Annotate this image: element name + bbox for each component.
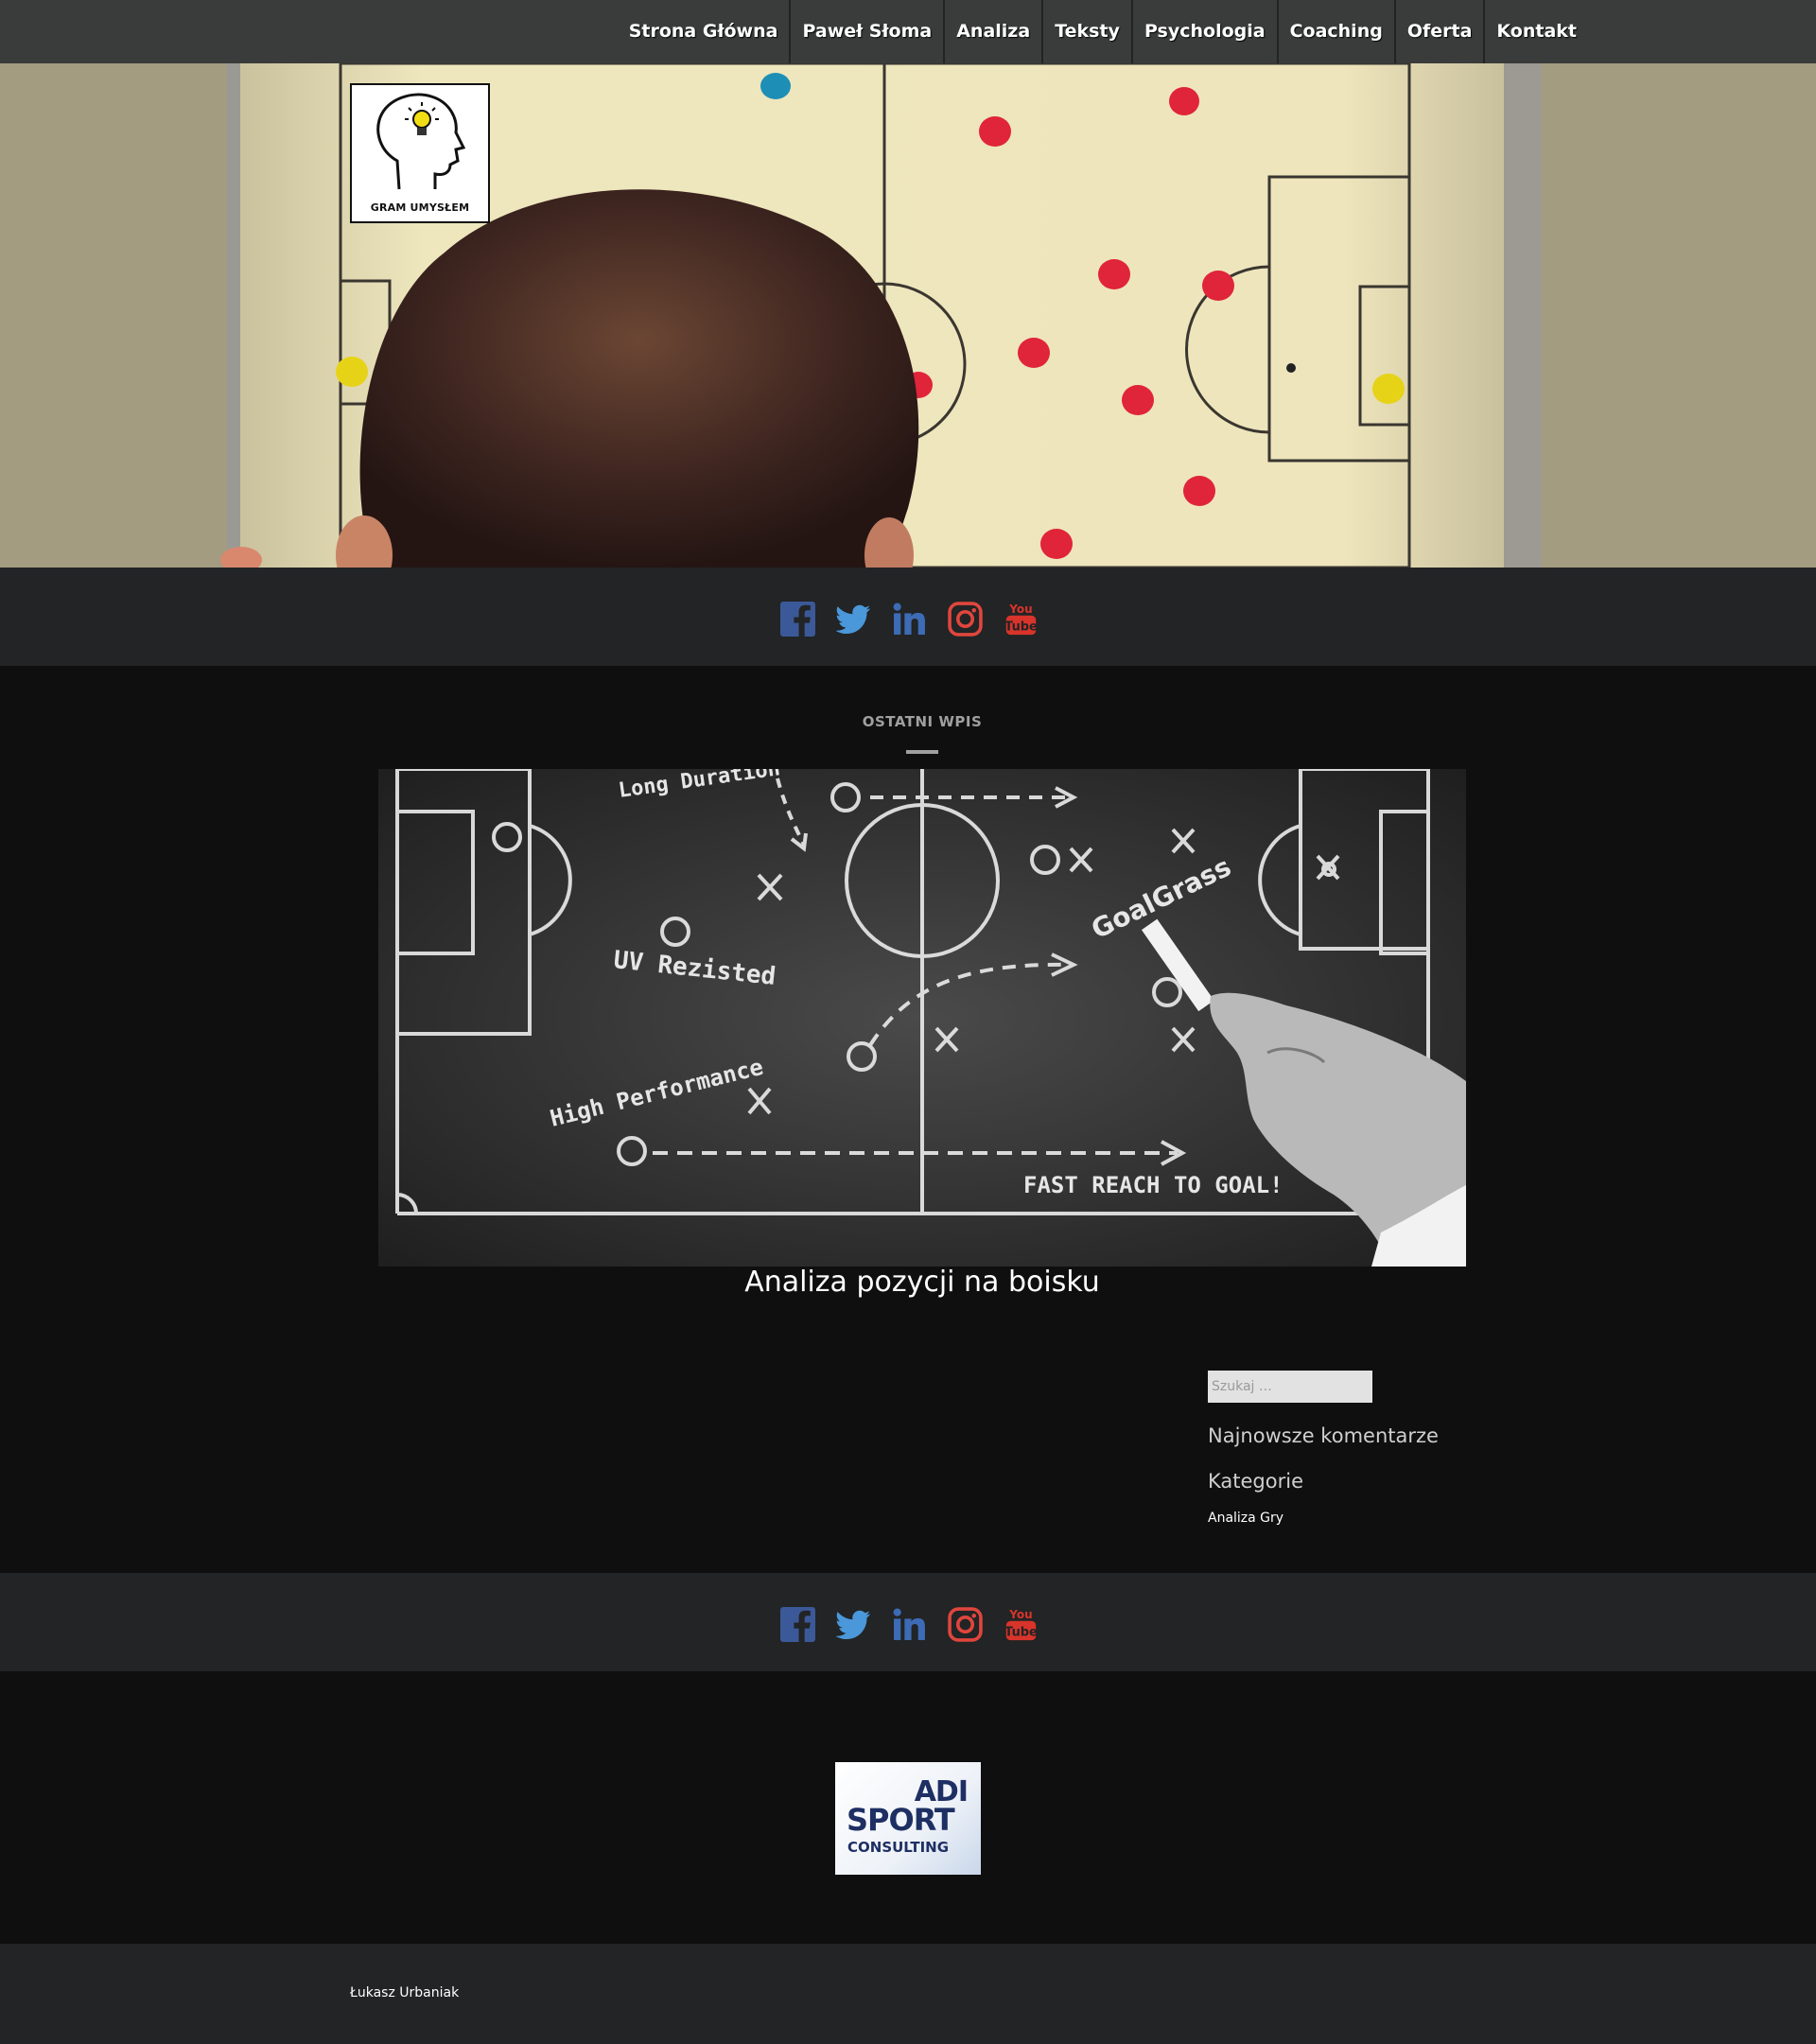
sponsor-line-2: SPORT bbox=[847, 1802, 955, 1838]
section-label: OSTATNI WPIS bbox=[862, 713, 983, 730]
chalkboard-tactics-image: Long Duration UV Rezisted High Performan… bbox=[378, 769, 1466, 1267]
instagram-icon[interactable] bbox=[948, 602, 983, 637]
social-bar-top: You Tube bbox=[0, 568, 1816, 666]
svg-text:Tube: Tube bbox=[1004, 620, 1038, 635]
svg-text:You: You bbox=[1008, 1608, 1032, 1621]
nav-item-coaching[interactable]: Coaching bbox=[1276, 0, 1394, 63]
youtube-icon[interactable]: You Tube bbox=[1004, 602, 1039, 637]
youtube-icon[interactable]: You Tube bbox=[1004, 1607, 1039, 1642]
social-bar-bottom: You Tube bbox=[0, 1573, 1816, 1671]
header-hero-image: GRAM UMYSŁEM bbox=[0, 63, 1816, 568]
svg-text:Tube: Tube bbox=[1004, 1626, 1038, 1640]
svg-text:You: You bbox=[1008, 603, 1032, 616]
recent-comments-title: Najnowsze komentarze bbox=[1208, 1424, 1439, 1447]
facebook-icon[interactable] bbox=[780, 1607, 815, 1642]
nav-item-pawel-sloma[interactable]: Paweł Słoma bbox=[789, 0, 943, 63]
tactics-board-photo bbox=[0, 63, 1816, 568]
nav-item-teksty[interactable]: Teksty bbox=[1041, 0, 1131, 63]
nav-item-strona-glowna[interactable]: Strona Główna bbox=[618, 0, 790, 63]
category-link-analiza-gry[interactable]: Analiza Gry bbox=[1208, 1511, 1283, 1526]
facebook-icon[interactable] bbox=[780, 602, 815, 637]
post-featured-image[interactable]: Long Duration UV Rezisted High Performan… bbox=[378, 769, 1466, 1267]
nav-item-analiza[interactable]: Analiza bbox=[943, 0, 1041, 63]
nav-item-psychologia[interactable]: Psychologia bbox=[1130, 0, 1277, 63]
footer-credit: Łukasz Urbaniak bbox=[350, 1985, 460, 2000]
logo-text: GRAM UMYSŁEM bbox=[370, 201, 470, 214]
nav-item-oferta[interactable]: Oferta bbox=[1393, 0, 1484, 63]
twitter-icon[interactable] bbox=[836, 602, 871, 637]
nav-item-kontakt[interactable]: Kontakt bbox=[1483, 0, 1588, 63]
instagram-icon[interactable] bbox=[948, 1607, 983, 1642]
head-bulb-icon bbox=[376, 93, 466, 190]
chalk-text-fast-reach: FAST REACH TO GOAL! bbox=[1023, 1172, 1283, 1198]
site-footer: Łukasz Urbaniak bbox=[0, 1944, 1816, 2044]
linkedin-icon[interactable] bbox=[892, 602, 927, 637]
categories-title: Kategorie bbox=[1208, 1470, 1303, 1493]
sponsor-line-3: CONSULTING bbox=[847, 1839, 950, 1856]
site-logo[interactable]: GRAM UMYSŁEM bbox=[350, 83, 490, 223]
top-navigation: Strona Główna Paweł Słoma Analiza Teksty… bbox=[0, 0, 1816, 63]
main-menu: Strona Główna Paweł Słoma Analiza Teksty… bbox=[618, 0, 1588, 63]
twitter-icon[interactable] bbox=[836, 1607, 871, 1642]
sponsor-logo-adi-sport-consulting[interactable]: ADI SPORT CONSULTING bbox=[835, 1762, 981, 1875]
linkedin-icon[interactable] bbox=[892, 1607, 927, 1642]
section-divider bbox=[906, 750, 938, 754]
search-input[interactable] bbox=[1208, 1371, 1372, 1403]
post-title[interactable]: Analiza pozycji na boisku bbox=[378, 1266, 1466, 1299]
